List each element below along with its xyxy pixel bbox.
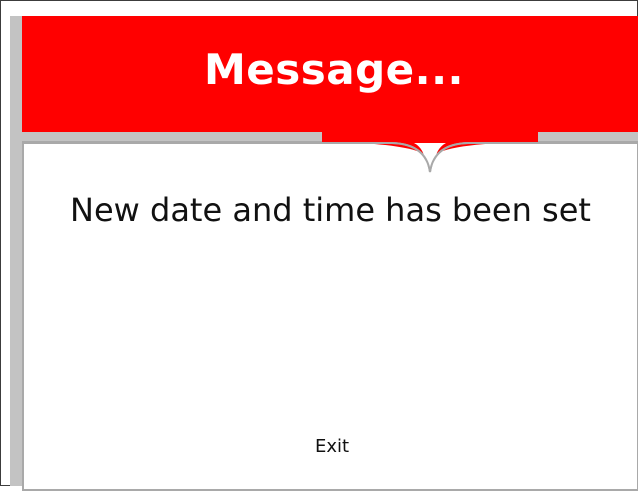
- dialog-window: Message... New date and time has been se…: [0, 0, 638, 491]
- dialog-title: Message...: [203, 44, 465, 94]
- dialog-frame: Message... New date and time has been se…: [10, 16, 638, 491]
- dialog-header: Message...: [22, 16, 638, 132]
- exit-button[interactable]: Exit: [288, 428, 376, 464]
- message-text: New date and time has been set: [70, 191, 591, 229]
- message-panel: New date and time has been set Exit: [22, 141, 638, 491]
